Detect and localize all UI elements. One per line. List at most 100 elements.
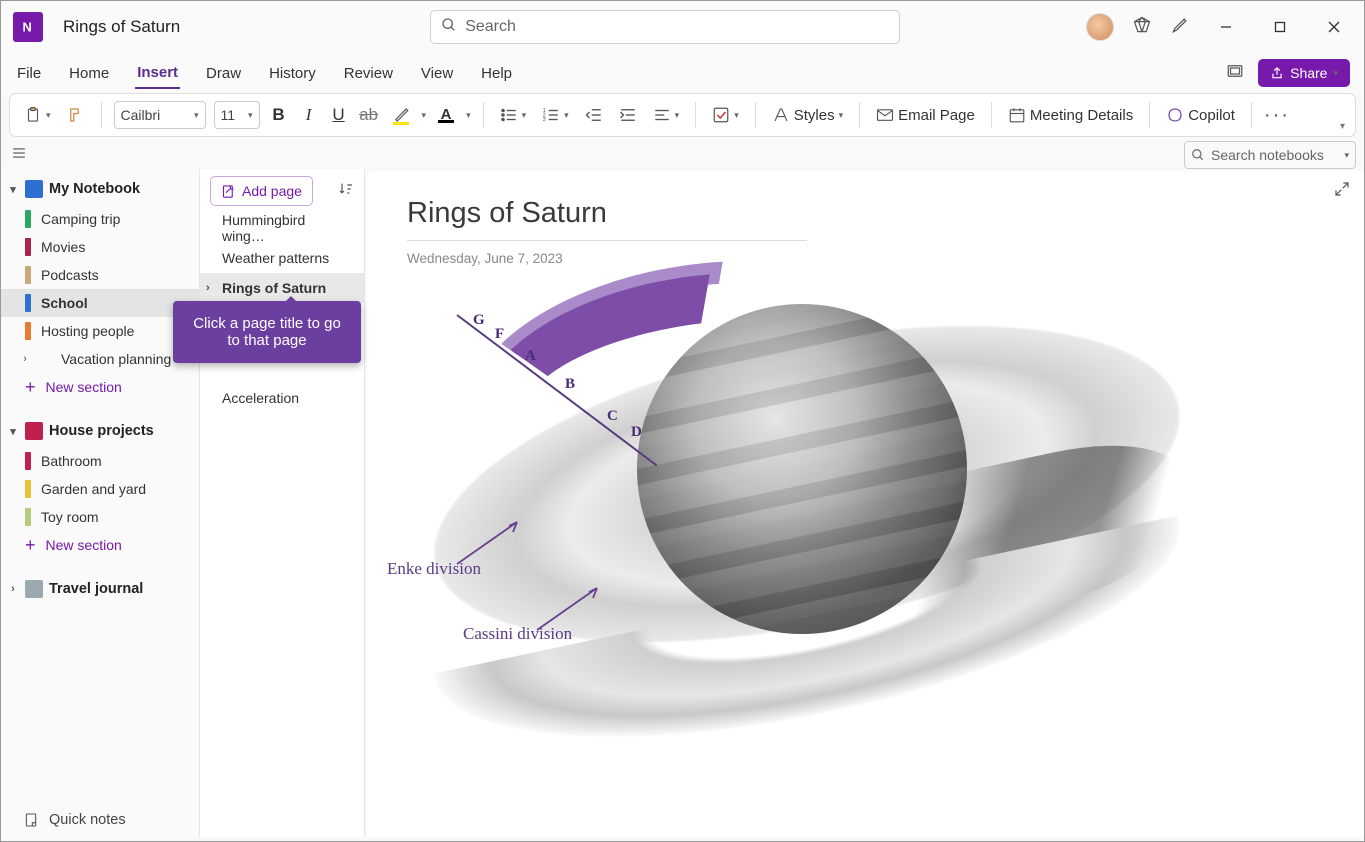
quick-notes-button[interactable]: Quick notes [23, 811, 126, 829]
tab-help[interactable]: Help [479, 59, 514, 88]
notebook-header-house-projects[interactable]: ▾ House projects [1, 415, 199, 447]
outdent-button[interactable] [581, 103, 607, 127]
new-section-button[interactable]: +New section [1, 373, 199, 401]
ring-label-f: F [495, 326, 504, 343]
app-icon: N [13, 12, 43, 42]
section-podcasts[interactable]: Podcasts [1, 261, 199, 289]
copilot-button[interactable]: Copilot [1162, 103, 1239, 127]
page-item-hummingbird[interactable]: Hummingbird wing… [200, 213, 364, 243]
notebook-icon [25, 180, 43, 198]
notebook-header-travel-journal[interactable]: › Travel journal [1, 573, 199, 605]
ring-label-d: D [631, 424, 642, 441]
chevron-right-icon: › [19, 353, 31, 365]
paste-button[interactable]: ▾ [20, 103, 55, 127]
search-notebooks-input[interactable]: Search notebooks ▾ [1184, 141, 1356, 169]
section-color [25, 452, 31, 470]
section-movies[interactable]: Movies [1, 233, 199, 261]
section-bathroom[interactable]: Bathroom [1, 447, 199, 475]
ring-label-g: G [473, 312, 485, 329]
menubar: File Home Insert Draw History Review Vie… [1, 53, 1364, 93]
chevron-down-icon: ▾ [46, 110, 51, 121]
section-toy-room[interactable]: Toy room [1, 503, 199, 531]
svg-text:N: N [23, 20, 32, 35]
indent-button[interactable] [615, 103, 641, 127]
highlight-button[interactable] [388, 103, 414, 128]
chevron-down-icon[interactable]: ▾ [466, 110, 471, 121]
premium-icon[interactable] [1132, 15, 1152, 40]
share-button[interactable]: Share ▾ [1258, 59, 1350, 87]
strikethrough-button[interactable]: ab [358, 105, 380, 125]
chevron-down-icon: ▾ [7, 425, 19, 438]
chevron-down-icon: ▾ [1333, 68, 1338, 79]
chevron-down-icon: ▾ [194, 110, 199, 121]
page-content[interactable]: Rings of Saturn Wednesday, June 7, 2023 … [367, 171, 1364, 837]
window-title: Rings of Saturn [63, 17, 180, 37]
chevron-down-icon[interactable]: ▾ [422, 110, 427, 121]
svg-text:3: 3 [543, 117, 546, 123]
new-section-button[interactable]: +New section [1, 531, 199, 559]
pen-icon[interactable] [1170, 15, 1190, 40]
secondbar: Search notebooks ▾ [1, 137, 1364, 169]
expand-icon[interactable] [1334, 181, 1350, 202]
ring-label-a: A [525, 348, 536, 365]
ring-label-b: B [565, 376, 575, 393]
titlebar: N Rings of Saturn Search [1, 1, 1364, 53]
tab-file[interactable]: File [15, 59, 43, 88]
section-color [25, 480, 31, 498]
underline-button[interactable]: U [328, 105, 350, 125]
section-hosting-people[interactable]: Hosting people [1, 317, 199, 345]
numbering-button[interactable]: 123▾ [538, 103, 573, 127]
section-garden-and-yard[interactable]: Garden and yard [1, 475, 199, 503]
section-color [25, 508, 31, 526]
search-input[interactable]: Search [430, 10, 900, 44]
notebook-icon [25, 422, 43, 440]
add-page-button[interactable]: Add page [210, 176, 313, 206]
section-school[interactable]: School [1, 289, 199, 317]
maximize-button[interactable] [1262, 11, 1298, 43]
section-color [25, 210, 31, 228]
font-select[interactable]: Cailbri▾ [114, 101, 206, 129]
more-button[interactable]: ··· [1264, 104, 1290, 127]
tab-history[interactable]: History [267, 59, 318, 88]
format-painter-button[interactable] [63, 103, 89, 127]
font-color-button[interactable]: A [434, 105, 458, 126]
search-icon [441, 17, 457, 38]
section-color [25, 238, 31, 256]
section-camping-trip[interactable]: Camping trip [1, 205, 199, 233]
notebook-sidebar: ▾ My Notebook Camping trip Movies Podcas… [1, 169, 199, 837]
email-page-button[interactable]: Email Page [872, 103, 979, 127]
meeting-details-button[interactable]: Meeting Details [1004, 103, 1137, 127]
todo-tag-button[interactable]: ▾ [708, 103, 743, 127]
section-color [25, 294, 31, 312]
page-item-acceleration[interactable]: Acceleration [200, 383, 364, 413]
share-label: Share [1290, 65, 1327, 81]
styles-button[interactable]: Styles▾ [768, 103, 847, 127]
tab-draw[interactable]: Draw [204, 59, 243, 88]
close-button[interactable] [1316, 11, 1352, 43]
ribbon-expand-icon[interactable]: ▾ [1340, 121, 1345, 136]
size-select[interactable]: 11▾ [214, 101, 260, 129]
chevron-right-icon: › [206, 282, 210, 294]
avatar[interactable] [1086, 13, 1114, 41]
sort-icon[interactable] [338, 181, 354, 202]
minimize-button[interactable] [1208, 11, 1244, 43]
tab-home[interactable]: Home [67, 59, 111, 88]
hamburger-icon[interactable] [11, 146, 27, 165]
italic-button[interactable]: I [298, 105, 320, 125]
chevron-down-icon: ▾ [248, 110, 253, 121]
page-list: Add page Hummingbird wing… Weather patte… [199, 169, 365, 837]
page-item-rings-of-saturn[interactable]: ›Rings of Saturn [200, 273, 364, 303]
notebook-header-my-notebook[interactable]: ▾ My Notebook [1, 173, 199, 205]
bullets-button[interactable]: ▾ [496, 103, 531, 127]
align-button[interactable]: ▾ [649, 103, 684, 127]
section-vacation-planning[interactable]: ›Vacation planning [1, 345, 199, 373]
fullscreen-icon[interactable] [1226, 62, 1244, 84]
bold-button[interactable]: B [268, 105, 290, 125]
search-placeholder: Search [465, 18, 516, 36]
page-title[interactable]: Rings of Saturn [407, 197, 807, 241]
tab-review[interactable]: Review [342, 59, 395, 88]
page-date: Wednesday, June 7, 2023 [407, 251, 1324, 266]
page-item-weather[interactable]: Weather patterns [200, 243, 364, 273]
tab-view[interactable]: View [419, 59, 455, 88]
tab-insert[interactable]: Insert [135, 58, 180, 89]
